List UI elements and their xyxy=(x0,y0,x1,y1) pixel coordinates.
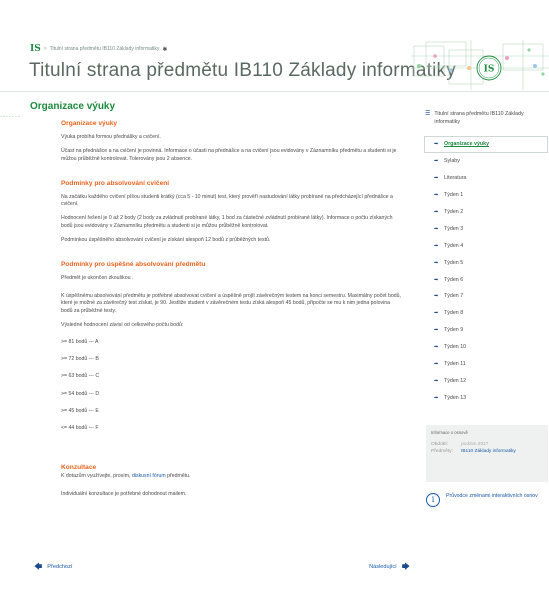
sidebar-item-label: Týden 2 xyxy=(444,209,464,215)
forum-link[interactable]: diskusní fórum xyxy=(132,473,166,479)
is-logo-icon[interactable]: IS xyxy=(30,44,41,54)
grade-line: >= 54 bodů --- D xyxy=(61,390,100,397)
section-title-podminky-predmetu: Podmínky pro úspěšné absolvování předmět… xyxy=(61,261,206,269)
sidebar-item[interactable]: ➡ Týden 6 xyxy=(425,271,549,288)
arrow-right-icon: ➡ xyxy=(434,209,439,215)
section-title-konzultace: Konzultace xyxy=(61,463,97,471)
grade-line: <= 44 bodů --- F xyxy=(61,424,99,431)
arrow-right-icon: ➡ xyxy=(434,377,439,384)
arrow-right-icon: ➡ xyxy=(434,361,439,368)
sidebar-item[interactable]: ➡ Týden 1 xyxy=(425,187,549,204)
arrow-right-icon: 🡆 xyxy=(401,562,410,571)
arrow-right-icon: ➡ xyxy=(434,175,439,182)
paragraph: Na začátku každého cvičení píšou student… xyxy=(61,193,393,208)
arrow-right-icon: ➡ xyxy=(434,276,439,283)
sidebar-item[interactable]: ➡ Týden 10 xyxy=(425,339,549,356)
arrow-right-icon: ➡ xyxy=(434,242,439,249)
arrow-right-icon: ➡ xyxy=(434,225,439,232)
page-title: Titulní strana předmětu IB110 Základy in… xyxy=(29,60,456,81)
sidebar-heading[interactable]: ☰ Titulní strana předmětu IB110 Základy … xyxy=(425,111,549,126)
sidebar-item-label: Literatura xyxy=(444,175,467,182)
breadcrumb-separator: > xyxy=(43,46,47,52)
grade-line: >= 45 bodů --- E xyxy=(61,407,99,414)
arrow-right-icon: ➡ xyxy=(434,293,439,300)
grade-line: >= 81 bodů --- A xyxy=(61,339,99,346)
paragraph: Účast na přednášce a na cvičení je povin… xyxy=(61,148,397,162)
arrow-right-icon: ➡ xyxy=(434,327,439,334)
sidebar-item[interactable]: ➡ Týden 8 xyxy=(425,305,549,322)
breadcrumb-link[interactable]: Titulní strana předmětu IB110 Základy in… xyxy=(50,46,160,52)
sidebar-item[interactable]: ➡ Organizace výuky xyxy=(424,136,548,153)
info-box: Informace o osnově Období: podzim 2017 P… xyxy=(426,425,548,482)
paragraph: K dotazům využívejte, prosím, diskusní f… xyxy=(61,472,191,479)
info-title: Informace o osnově xyxy=(431,430,468,435)
info-row-subjects: Předměty: IB110 Základy informatiky xyxy=(431,449,543,456)
subject-link[interactable]: IB110 Základy informatiky xyxy=(461,449,541,456)
guide-link[interactable]: i Průvodce změnami interaktivních osnov xyxy=(426,493,549,507)
sidebar-item-label: Týden 11 xyxy=(444,361,466,368)
arrow-right-icon: ➡ xyxy=(434,259,439,266)
grade-line: >= 72 bodů --- B xyxy=(61,356,99,363)
paragraph: Předmět je ukončen zkouškou . xyxy=(61,275,134,282)
decorative-dots: ······· xyxy=(0,114,21,120)
breadcrumb: IS > Titulní strana předmětu IB110 Zákla… xyxy=(30,44,167,54)
grade-line: >= 63 bodů --- C xyxy=(61,373,100,380)
sidebar-item[interactable]: ➡ Týden 13 xyxy=(425,389,549,406)
deco-logo-text: IS xyxy=(484,65,495,75)
sidebar-item-label: Organizace výuky xyxy=(444,141,490,148)
sidebar-item-label: Týden 1 xyxy=(444,192,464,199)
sidebar-item-label: Týden 3 xyxy=(444,225,464,232)
arrow-right-icon: ➡ xyxy=(434,141,439,148)
sidebar-list: ➡ Organizace výuky ➡ Sylaby ➡ Literatura ➡ Týde… xyxy=(424,136,549,406)
paragraph: Výsledné hodnocení závisí od celkového p… xyxy=(61,322,184,329)
arrow-right-icon: ➡ xyxy=(434,192,439,199)
section-title-organizace: Organizace výuky xyxy=(61,120,118,127)
sidebar-item-label: Sylaby xyxy=(444,158,460,165)
info-row-period: Období: podzim 2017 xyxy=(431,442,489,447)
sidebar-item-label: Týden 9 xyxy=(444,327,464,334)
sidebar-item[interactable]: ➡ Týden 7 xyxy=(425,288,549,305)
sidebar-item-label: Týden 13 xyxy=(444,394,467,401)
paragraph: Individuální konzultace je potřebné doho… xyxy=(61,491,187,498)
sidebar-item-label: Týden 12 xyxy=(444,377,467,384)
sidebar-item[interactable]: ➡ Týden 11 xyxy=(425,356,549,373)
sidebar-item[interactable]: ➡ Sylaby xyxy=(425,153,549,170)
sidebar-item[interactable]: ➡ Týden 3 xyxy=(425,220,549,237)
paragraph: Výuka probíhá formou přednášky a cvičení… xyxy=(61,134,161,140)
arrow-left-icon: 🡄 xyxy=(34,562,43,571)
arrow-right-icon: ➡ xyxy=(434,158,439,165)
sidebar-item[interactable]: ➡ Týden 9 xyxy=(425,322,549,339)
sidebar-item-label: Týden 4 xyxy=(444,242,464,249)
header-decoration: IS xyxy=(411,40,549,90)
section-title-podminky-cviceni: Podmínky pro absolvování cvičení xyxy=(61,179,170,187)
sidebar-item-label: Týden 7 xyxy=(444,293,464,300)
info-icon: i xyxy=(426,493,440,507)
main-content: Organizace výuky Výuka probíhá formou př… xyxy=(61,120,401,505)
paragraph: Podmínkou úspěšného absolvování cvičení … xyxy=(61,237,271,244)
section-heading: Organizace výuky xyxy=(30,101,116,112)
sidebar-item[interactable]: ➡ Literatura xyxy=(425,170,549,187)
paragraph: Hodnocení řešení je 0 až 2 body (2 body … xyxy=(61,215,393,230)
sidebar-item-label: Týden 8 xyxy=(444,310,464,317)
next-link[interactable]: Následující 🡆 xyxy=(369,562,410,571)
sidebar-item-label: Týden 10 xyxy=(444,344,467,351)
sidebar-item[interactable]: ➡ Týden 4 xyxy=(425,237,549,254)
list-icon: ☰ xyxy=(425,111,431,117)
sidebar-item-label: Týden 5 xyxy=(444,259,464,266)
sidebar-item[interactable]: ➡ Týden 5 xyxy=(425,254,549,271)
sidebar: ☰ Titulní strana předmětu IB110 Základy … xyxy=(424,111,549,406)
pin-icon[interactable]: ✱ xyxy=(162,46,167,53)
header: IS > Titulní strana předmětu IB110 Zákla… xyxy=(0,0,549,92)
sidebar-item-label: Týden 6 xyxy=(444,276,464,283)
arrow-right-icon: ➡ xyxy=(434,310,439,317)
sidebar-item[interactable]: ➡ Týden 12 xyxy=(425,372,549,389)
previous-link[interactable]: 🡄 Předchozí xyxy=(34,562,72,571)
arrow-right-icon: ➡ xyxy=(434,394,439,401)
arrow-right-icon: ➡ xyxy=(434,344,439,351)
paragraph: K úspěšnému absolvování předmětu je potř… xyxy=(61,292,401,315)
sidebar-item[interactable]: ➡ Týden 2 xyxy=(425,204,549,221)
